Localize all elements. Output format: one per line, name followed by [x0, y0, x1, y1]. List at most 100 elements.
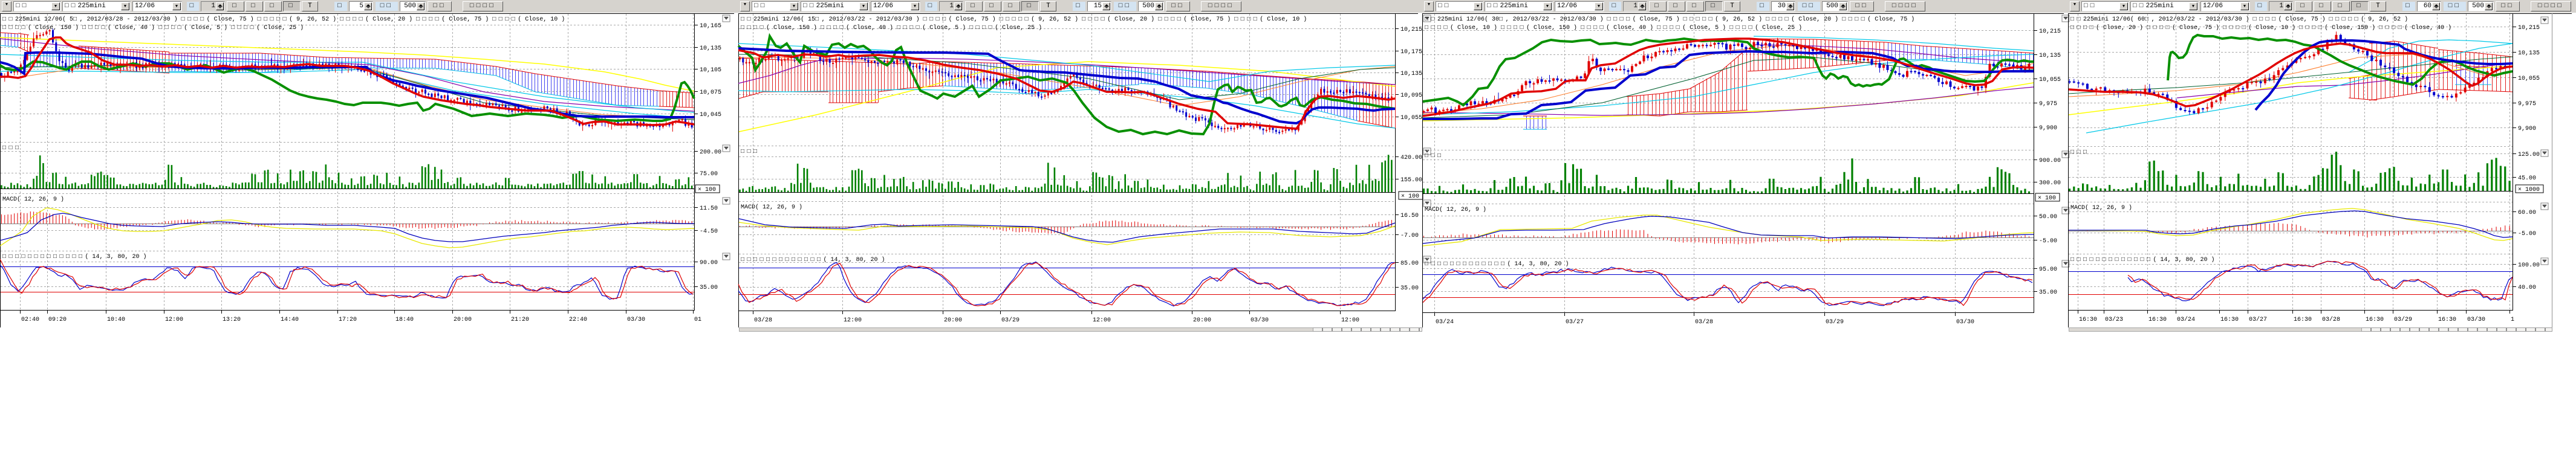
svg-text:-5.00: -5.00 — [2518, 231, 2536, 237]
svg-text:13:20: 13:20 — [223, 317, 241, 323]
svg-text:10,135: 10,135 — [700, 45, 721, 52]
svg-text:□□□□( Close, 10 ) □□□□( Clos: □□□□( Close, 10 ) □□□□( Close, 150 ) □□□… — [1425, 24, 1802, 31]
svg-text:100.00: 100.00 — [2518, 262, 2540, 269]
svg-text:02:40: 02:40 — [21, 317, 39, 323]
svg-text:21:20: 21:20 — [511, 317, 529, 323]
svg-text:16:30: 16:30 — [2220, 317, 2239, 323]
svg-text:155.00: 155.00 — [1400, 177, 1422, 184]
svg-text:10:40: 10:40 — [107, 317, 125, 323]
svg-text:03/30: 03/30 — [627, 316, 645, 323]
svg-text:17:20: 17:20 — [339, 317, 357, 323]
svg-text:03/28: 03/28 — [754, 317, 772, 324]
svg-text:85.00: 85.00 — [1400, 260, 1419, 267]
svg-text:35.00: 35.00 — [700, 285, 718, 291]
svg-text:03/24: 03/24 — [2177, 316, 2195, 323]
svg-text:900.00: 900.00 — [2039, 158, 2061, 164]
svg-text:03/23: 03/23 — [2105, 316, 2123, 323]
svg-text:09:20: 09:20 — [48, 317, 67, 323]
svg-text:10,095: 10,095 — [1400, 92, 1422, 99]
svg-text:-5.00: -5.00 — [2039, 238, 2057, 245]
svg-text:× 100: × 100 — [1401, 193, 1419, 200]
svg-text:16.50: 16.50 — [1400, 213, 1419, 219]
svg-text:□□□□□□□□□□□□□( 14, 3, 80, 20 ): □□□□□□□□□□□□□( 14, 3, 80, 20 ) — [2070, 256, 2215, 263]
svg-text:9,900: 9,900 — [2518, 126, 2536, 132]
svg-text:11.50: 11.50 — [700, 205, 718, 212]
svg-text:20:00: 20:00 — [944, 317, 962, 324]
svg-text:□□□□□□□□□□□□□( 14, 3, 80, 20 ): □□□□□□□□□□□□□( 14, 3, 80, 20 ) — [741, 256, 885, 263]
svg-text:14:40: 14:40 — [281, 317, 299, 323]
svg-text:01: 01 — [694, 317, 701, 323]
svg-text:50.00: 50.00 — [2039, 214, 2057, 221]
svg-text:□□225mini 12/06( 30□, 2012/03/: □□225mini 12/06( 30□, 2012/03/22 - 2012/… — [1425, 16, 1914, 23]
svg-text:95.00: 95.00 — [2039, 266, 2057, 273]
svg-text:9,975: 9,975 — [2039, 101, 2057, 108]
svg-text:× 100: × 100 — [2038, 195, 2056, 202]
svg-text:12:00: 12:00 — [165, 317, 183, 323]
svg-text:35.00: 35.00 — [2039, 289, 2057, 296]
svg-text:□□□□□□□□□□□□□( 14, 3, 80, 20 ): □□□□□□□□□□□□□( 14, 3, 80, 20 ) — [2, 253, 147, 260]
svg-text:□□□□( Close, 20 ) □□□□( Clos: □□□□( Close, 20 ) □□□□( Close, 75 ) □□□□… — [2070, 24, 2451, 31]
svg-text:10,175: 10,175 — [1400, 49, 1422, 56]
svg-text:90.00: 90.00 — [700, 260, 718, 266]
svg-text:75.00: 75.00 — [700, 171, 718, 178]
svg-text:MACD( 12, 26, 9 ): MACD( 12, 26, 9 ) — [2, 196, 64, 203]
svg-text:□□225mini 12/06( 5□, 2012/03/2: □□225mini 12/06( 5□, 2012/03/28 - 2012/0… — [2, 16, 565, 23]
svg-text:□□□: □□□ — [2, 145, 22, 152]
svg-text:□□□: □□□ — [1425, 153, 1444, 160]
svg-text:03/24: 03/24 — [1436, 318, 1454, 326]
svg-text:□□□: □□□ — [741, 149, 760, 155]
svg-text:□□□□( Close, 150 ) □□□□( Clo: □□□□( Close, 150 ) □□□□( Close, 40 ) □□□… — [741, 24, 1042, 31]
svg-text:420.00: 420.00 — [1400, 155, 1422, 161]
svg-text:16:30: 16:30 — [2366, 317, 2384, 323]
svg-text:03/29: 03/29 — [1826, 318, 1844, 326]
svg-text:10,135: 10,135 — [1400, 71, 1422, 77]
svg-text:12:00: 12:00 — [844, 317, 862, 324]
svg-text:22:40: 22:40 — [569, 317, 587, 323]
svg-text:12:00: 12:00 — [1341, 317, 1359, 324]
svg-text:□□□□□□□□□□□□□( 14, 3, 80, 20 ): □□□□□□□□□□□□□( 14, 3, 80, 20 ) — [1425, 260, 1569, 268]
svg-text:20:00: 20:00 — [1193, 317, 1211, 324]
svg-text:03/27: 03/27 — [1566, 318, 1584, 326]
svg-text:200.00: 200.00 — [700, 149, 721, 156]
svg-text:10,215: 10,215 — [1400, 27, 1422, 33]
svg-text:03/30: 03/30 — [2467, 316, 2485, 323]
svg-text:10,215: 10,215 — [2518, 25, 2540, 31]
svg-text:MACD( 12, 26, 9 ): MACD( 12, 26, 9 ) — [741, 204, 802, 211]
svg-text:MACD( 12, 26, 9 ): MACD( 12, 26, 9 ) — [1425, 206, 1486, 213]
svg-text:03/29: 03/29 — [2394, 316, 2412, 323]
svg-text:× 100: × 100 — [698, 187, 716, 193]
svg-text:10,165: 10,165 — [700, 23, 721, 30]
svg-text:12:00: 12:00 — [1093, 317, 1111, 324]
svg-text:10,075: 10,075 — [700, 89, 721, 96]
svg-text:10,215: 10,215 — [2039, 28, 2061, 35]
svg-text:× 1000: × 1000 — [2518, 187, 2540, 193]
svg-text:10,135: 10,135 — [2518, 50, 2540, 57]
svg-text:03/30: 03/30 — [1956, 318, 1974, 326]
svg-text:□□□□( Close, 150 ) □□□□( Clo: □□□□( Close, 150 ) □□□□( Close, 40 ) □□□… — [2, 24, 304, 31]
svg-text:10,045: 10,045 — [700, 112, 721, 118]
svg-text:10,105: 10,105 — [700, 67, 721, 74]
svg-text:□□225mini 12/06( 60□, 2012/03/: □□225mini 12/06( 60□, 2012/03/22 - 2012/… — [2070, 16, 2408, 23]
svg-text:16:30: 16:30 — [2148, 317, 2167, 323]
svg-text:16:30: 16:30 — [2079, 317, 2097, 323]
svg-text:9,900: 9,900 — [2039, 125, 2057, 132]
svg-text:03/29: 03/29 — [1001, 317, 1020, 324]
svg-text:03/28: 03/28 — [2322, 316, 2340, 323]
svg-text:-4.50: -4.50 — [700, 228, 718, 235]
svg-text:300.00: 300.00 — [2039, 180, 2061, 187]
svg-text:18:40: 18:40 — [395, 317, 414, 323]
svg-text:□□225mini 12/06( 15□, 2012/03/: □□225mini 12/06( 15□, 2012/03/22 - 2012/… — [741, 16, 1307, 23]
svg-text:03/30: 03/30 — [1251, 317, 1269, 324]
svg-text:40.00: 40.00 — [2518, 285, 2536, 291]
svg-text:10,055: 10,055 — [1400, 115, 1422, 121]
svg-text:16:30: 16:30 — [2294, 317, 2312, 323]
svg-text:20:00: 20:00 — [454, 317, 472, 323]
svg-text:10,135: 10,135 — [2039, 53, 2061, 59]
svg-text:16:30: 16:30 — [2438, 317, 2456, 323]
svg-text:60.00: 60.00 — [2518, 210, 2536, 216]
svg-text:10,055: 10,055 — [2039, 77, 2061, 83]
svg-text:10,055: 10,055 — [2518, 76, 2540, 82]
svg-text:□□□: □□□ — [2070, 149, 2090, 156]
svg-text:-7.00: -7.00 — [1400, 233, 1419, 239]
svg-text:1: 1 — [2511, 317, 2514, 323]
